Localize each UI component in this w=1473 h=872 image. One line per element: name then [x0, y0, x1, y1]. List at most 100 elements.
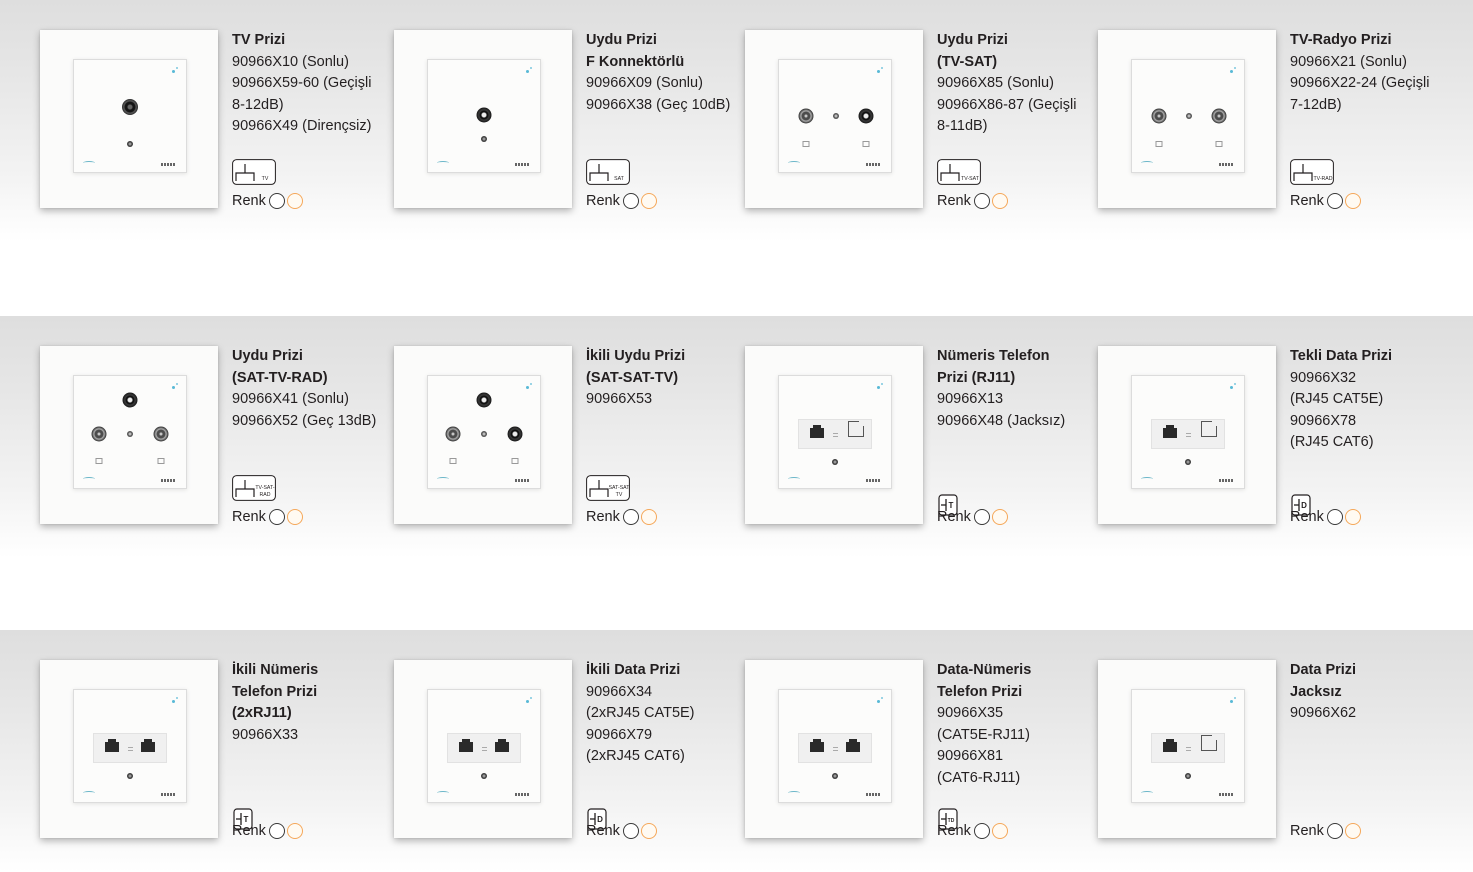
product-photo: [745, 660, 923, 838]
color-swatch-white[interactable]: [268, 823, 285, 839]
product-code: 90966X35: [937, 705, 1004, 721]
color-swatch-cream[interactable]: [991, 509, 1008, 525]
center-screw: [127, 773, 133, 779]
product-info: Data Prizi Jacksız 90966X62: [1290, 660, 1450, 725]
renk-label: Renk: [1290, 823, 1324, 839]
brand-mark-right: [1219, 793, 1234, 796]
indicator-dots: [170, 697, 178, 706]
brand-mark-right: [1219, 479, 1234, 482]
rj-jack-right: [495, 739, 509, 752]
product-code: 90966X85 (Sonlu): [937, 75, 1054, 91]
color-swatch-cream[interactable]: [1344, 823, 1361, 839]
rj-jack-left: [810, 739, 824, 752]
separator-mark: [128, 747, 133, 751]
jack-panel: [798, 733, 872, 763]
color-options: Renk: [232, 822, 303, 840]
product-info: İkili Nümeris Telefon Prizi (2xRJ11) 90966X…: [232, 660, 392, 746]
product-code: 90966X13: [937, 391, 1004, 407]
color-options: Renk: [1290, 508, 1361, 526]
color-swatch-white[interactable]: [1326, 509, 1343, 525]
socket-faceplate: [427, 375, 541, 489]
product-code: 90966X62: [1290, 705, 1357, 721]
f-connector: [476, 107, 492, 123]
product-code: 90966X21 (Sonlu): [1290, 53, 1407, 70]
color-swatch-white[interactable]: [1326, 823, 1343, 839]
rj-jack: [1163, 425, 1177, 438]
separator-mark: [1186, 433, 1191, 437]
product-card: TV Prizi 90966X10 (Sonlu) 90966X59-60 (Geç…: [40, 30, 385, 230]
product-photo: [394, 660, 572, 838]
rj-jack-empty-outline: [1201, 740, 1217, 751]
product-code: 90966X81: [937, 748, 1004, 764]
brand-mark-left: [1141, 161, 1153, 165]
color-options: Renk: [232, 192, 303, 210]
color-swatch-white[interactable]: [973, 509, 990, 525]
product-code: 90966X48 (Jacksız): [937, 412, 1066, 429]
symbol-label: TV: [616, 492, 623, 498]
center-screw: [832, 459, 838, 465]
product-card: İkili Uydu Prizi (SAT-SAT-TV) 90966X53 SAT-…: [394, 346, 739, 546]
product-card: Data Prizi Jacksız 90966X62 Renk: [1098, 660, 1443, 860]
brand-mark-right: [161, 163, 176, 166]
product-title: (2xRJ11): [232, 705, 292, 721]
color-swatch-white[interactable]: [622, 509, 639, 525]
color-swatch-white[interactable]: [973, 823, 990, 839]
rj-jack: [1163, 739, 1177, 752]
product-title: İkili Nümeris: [232, 662, 319, 678]
color-swatch-white[interactable]: [1326, 193, 1343, 209]
socket-marking-glyph: [511, 458, 519, 464]
socket-faceplate: [778, 375, 892, 489]
product-info: Data-Nümeris Telefon Prizi 90966X35 (CAT5E-…: [937, 660, 1097, 789]
socket-marking-glyph: [157, 458, 165, 464]
product-title: (SAT-SAT-TV): [586, 369, 679, 386]
renk-label: Renk: [937, 509, 971, 525]
antenna-outlet-symbol: TV-RAD: [1290, 159, 1334, 185]
brand-mark-left: [437, 477, 449, 481]
socket-faceplate: [73, 59, 187, 173]
tv-connector: [798, 108, 814, 124]
brand-mark-left: [437, 161, 449, 165]
brand-mark-left: [788, 477, 800, 481]
product-card: Uydu Prizi F Konnektörlü 90966X09 (Sonlu) 9…: [394, 30, 739, 230]
separator-mark: [833, 747, 838, 751]
product-code: (CAT5E-RJ11): [937, 726, 1030, 743]
renk-label: Renk: [232, 823, 266, 839]
color-swatch-white[interactable]: [268, 193, 285, 209]
color-swatch-white[interactable]: [268, 509, 285, 525]
color-swatch-cream[interactable]: [1344, 193, 1361, 209]
color-options: Renk: [586, 508, 657, 526]
brand-mark-left: [437, 791, 449, 795]
center-pin: [833, 113, 839, 119]
color-swatch-white[interactable]: [622, 823, 639, 839]
color-swatch-cream[interactable]: [286, 193, 303, 209]
indicator-dots: [170, 67, 178, 76]
socket-faceplate: [778, 59, 892, 173]
product-title: Data Prizi: [1290, 662, 1357, 678]
product-code: 90966X78: [1290, 412, 1357, 429]
center-screw: [481, 136, 487, 142]
rj-jack: [810, 425, 824, 438]
antenna-outlet-symbol: SAT-SATTV: [586, 475, 630, 501]
product-title: Uydu Prizi: [586, 32, 657, 48]
product-card: İkili Data Prizi 90966X34 (2xRJ45 CAT5E) 90…: [394, 660, 739, 860]
indicator-dots: [1228, 383, 1236, 392]
color-swatch-cream[interactable]: [286, 509, 303, 525]
color-swatch-white[interactable]: [973, 193, 990, 209]
product-code: 90966X34: [586, 683, 653, 700]
center-pin: [1186, 113, 1192, 119]
jack-panel: [93, 733, 167, 763]
color-swatch-cream[interactable]: [991, 193, 1008, 209]
color-swatch-cream[interactable]: [991, 823, 1008, 839]
color-swatch-white[interactable]: [622, 193, 639, 209]
center-screw: [481, 773, 487, 779]
socket-marking-glyph: [1155, 141, 1163, 147]
renk-label: Renk: [586, 193, 620, 209]
color-swatch-cream[interactable]: [640, 509, 657, 525]
color-swatch-cream[interactable]: [640, 193, 657, 209]
color-swatch-cream[interactable]: [286, 823, 303, 839]
color-swatch-cream[interactable]: [640, 823, 657, 839]
socket-faceplate: [73, 375, 187, 489]
indicator-dots: [875, 67, 883, 76]
color-swatch-cream[interactable]: [1344, 509, 1361, 525]
product-info: Tekli Data Prizi 90966X32 (RJ45 CAT5E) 9096…: [1290, 346, 1450, 454]
